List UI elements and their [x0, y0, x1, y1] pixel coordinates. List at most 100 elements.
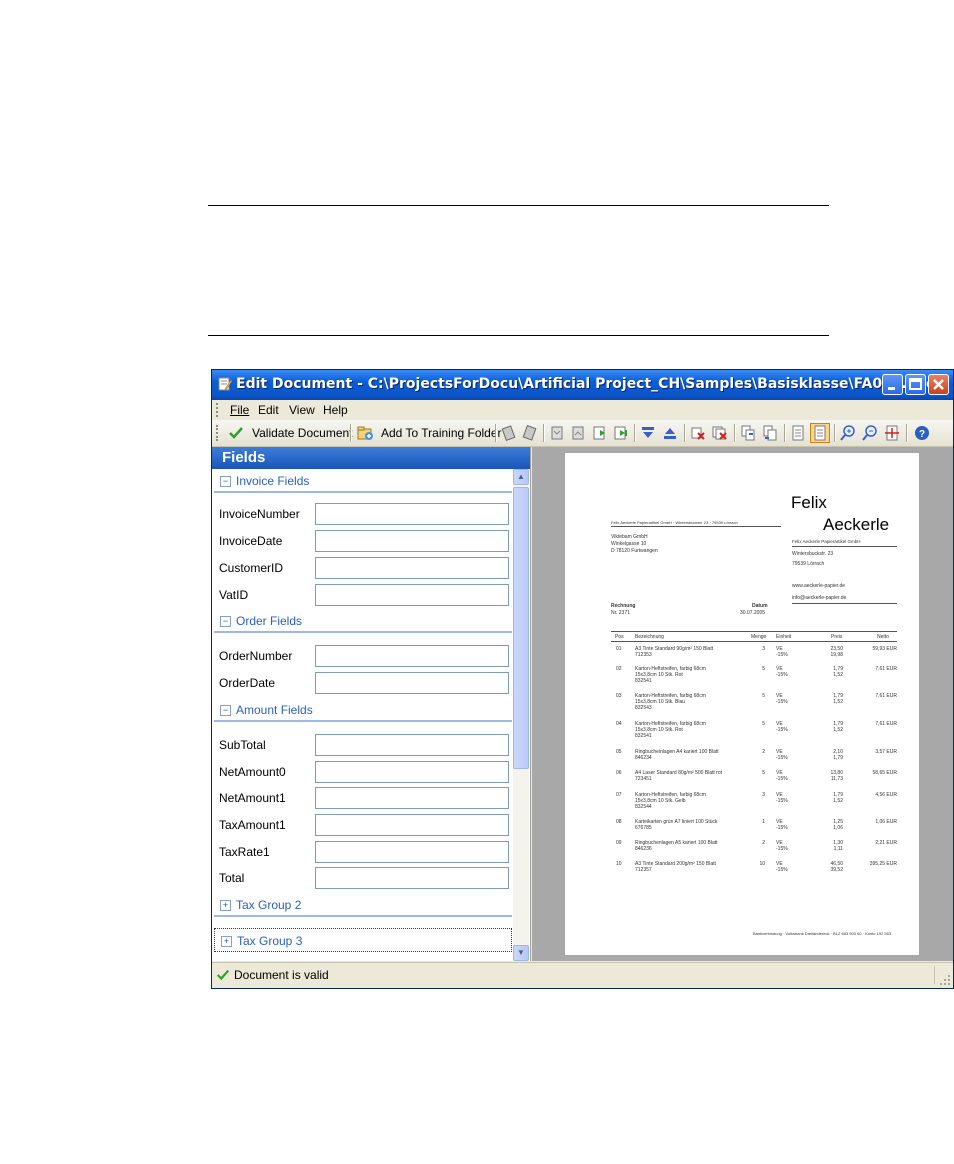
row-pos: 07 — [616, 792, 622, 798]
group-order-fields[interactable]: − Order Fields — [214, 611, 512, 633]
company-line: 79539 Lörrach — [792, 561, 825, 567]
company-rule — [792, 603, 897, 604]
row-net: 7,61 EUR — [875, 666, 897, 672]
delete-icon[interactable] — [690, 425, 706, 441]
menu-file[interactable]: File — [230, 403, 249, 417]
row-pos: 05 — [616, 749, 622, 755]
validate-document-button[interactable]: Validate Document — [226, 420, 353, 446]
customerid-input[interactable] — [315, 557, 509, 579]
company-line: info@aeckerle-papier.de — [792, 595, 847, 601]
checkmark-icon — [229, 427, 243, 439]
copy-page-icon[interactable] — [740, 425, 756, 441]
date-value: 30.07.2005 — [740, 610, 766, 616]
paste-page-icon[interactable] — [762, 425, 778, 441]
document-viewer[interactable]: Felix Aeckerle Felix Aeckerle Papierarti… — [532, 447, 953, 961]
resize-grip-icon[interactable] — [939, 974, 951, 986]
title-bar[interactable]: Edit Document - C:\ProjectsForDocu\Artif… — [212, 370, 953, 400]
toolbar-separator — [834, 424, 836, 442]
menu-view[interactable]: View — [289, 403, 315, 417]
collapse-icon[interactable]: − — [220, 476, 231, 487]
rotate-right-icon[interactable] — [570, 425, 586, 441]
invoicenumber-input[interactable] — [315, 503, 509, 525]
move-up-icon[interactable] — [662, 425, 678, 441]
ordernumber-input[interactable] — [315, 645, 509, 667]
bottom-rule — [208, 335, 829, 336]
expand-icon[interactable]: + — [221, 936, 232, 947]
row-description: 712353 — [635, 652, 652, 658]
orderdate-input[interactable] — [315, 672, 509, 694]
status-bar: Document is valid — [212, 962, 953, 988]
group-amount-fields[interactable]: − Amount Fields — [214, 700, 512, 722]
zoom-out-icon[interactable] — [862, 425, 878, 441]
invoice-label: Rechnung — [611, 603, 636, 609]
col-header: Pos — [615, 634, 624, 640]
taxamount1-input[interactable] — [315, 814, 509, 836]
toolbar-grip[interactable] — [216, 425, 220, 441]
company-line: Wintersbuckstr. 23 — [792, 551, 834, 557]
total-input[interactable] — [315, 867, 509, 889]
taxrate1-input[interactable] — [315, 841, 509, 863]
zoom-in-icon[interactable] — [840, 425, 856, 441]
row-qty: 5 — [762, 721, 765, 727]
rotate-left-icon[interactable] — [549, 425, 565, 441]
collapse-icon[interactable]: − — [220, 616, 231, 627]
close-button[interactable] — [928, 374, 949, 395]
invoicedate-input[interactable] — [315, 530, 509, 552]
close-icon — [933, 379, 944, 390]
group-tax-group-3[interactable]: + Tax Group 3 — [214, 928, 512, 952]
fit-width-icon[interactable] — [884, 425, 900, 441]
page-next-icon[interactable] — [522, 425, 538, 441]
brand-first: Felix — [791, 493, 827, 512]
row-qty: 5 — [762, 693, 765, 699]
fit-page-button[interactable] — [810, 423, 830, 443]
minimize-button[interactable] — [882, 374, 903, 395]
menu-help[interactable]: Help — [323, 403, 348, 417]
fit-page-icon — [814, 425, 826, 441]
field-label-taxamount1: TaxAmount1 — [219, 818, 286, 832]
table-top-rule — [611, 631, 897, 632]
group-label: Order Fields — [236, 614, 303, 628]
menu-edit[interactable]: Edit — [258, 403, 279, 417]
group-tax-group-2[interactable]: + Tax Group 2 — [214, 895, 512, 917]
group-label: Amount Fields — [236, 703, 313, 717]
maximize-button[interactable] — [905, 374, 926, 395]
netamount1-input[interactable] — [315, 787, 509, 809]
fields-scrollbar[interactable]: ▲ ▼ — [513, 469, 529, 961]
field-label-invoicedate: InvoiceDate — [219, 534, 283, 548]
row-description: 846234 — [635, 755, 652, 761]
row-price: 1,06 — [833, 825, 843, 831]
row-price: 19,98 — [830, 652, 843, 658]
last-page-icon[interactable] — [613, 425, 629, 441]
row-description: 832541 — [635, 733, 652, 739]
row-description: 723451 — [635, 776, 652, 782]
row-description: 846236 — [635, 846, 652, 852]
scroll-thumb[interactable] — [513, 487, 529, 769]
help-icon[interactable]: ? — [914, 425, 930, 441]
delete-all-icon[interactable] — [712, 425, 728, 441]
row-pos: 03 — [616, 693, 622, 699]
toolbar-separator — [906, 424, 908, 442]
menu-grip[interactable] — [216, 403, 220, 417]
row-net: 7,61 EUR — [875, 693, 897, 699]
row-unit: -15% — [776, 846, 788, 852]
add-to-training-folder-button[interactable]: Add To Training Folder — [355, 420, 502, 446]
scroll-down-button[interactable]: ▼ — [513, 945, 529, 961]
move-down-icon[interactable] — [640, 425, 656, 441]
netamount0-input[interactable] — [315, 761, 509, 783]
window-title: Edit Document - C:\ProjectsForDocu\Artif… — [236, 376, 935, 392]
top-rule — [208, 205, 829, 206]
subtotal-input[interactable] — [315, 734, 509, 756]
document-icon[interactable] — [790, 425, 806, 441]
field-label-subtotal: SubTotal — [219, 738, 266, 752]
page-prev-icon[interactable] — [501, 425, 517, 441]
row-unit: -15% — [776, 825, 788, 831]
row-price: 1,52 — [833, 699, 843, 705]
first-page-icon[interactable] — [592, 425, 608, 441]
row-pos: 08 — [616, 819, 622, 825]
group-invoice-fields[interactable]: − Invoice Fields — [214, 471, 512, 493]
collapse-icon[interactable]: − — [220, 705, 231, 716]
group-label: Tax Group 2 — [236, 898, 302, 912]
scroll-up-button[interactable]: ▲ — [513, 469, 529, 485]
expand-icon[interactable]: + — [220, 900, 231, 911]
vatid-input[interactable] — [315, 584, 509, 606]
